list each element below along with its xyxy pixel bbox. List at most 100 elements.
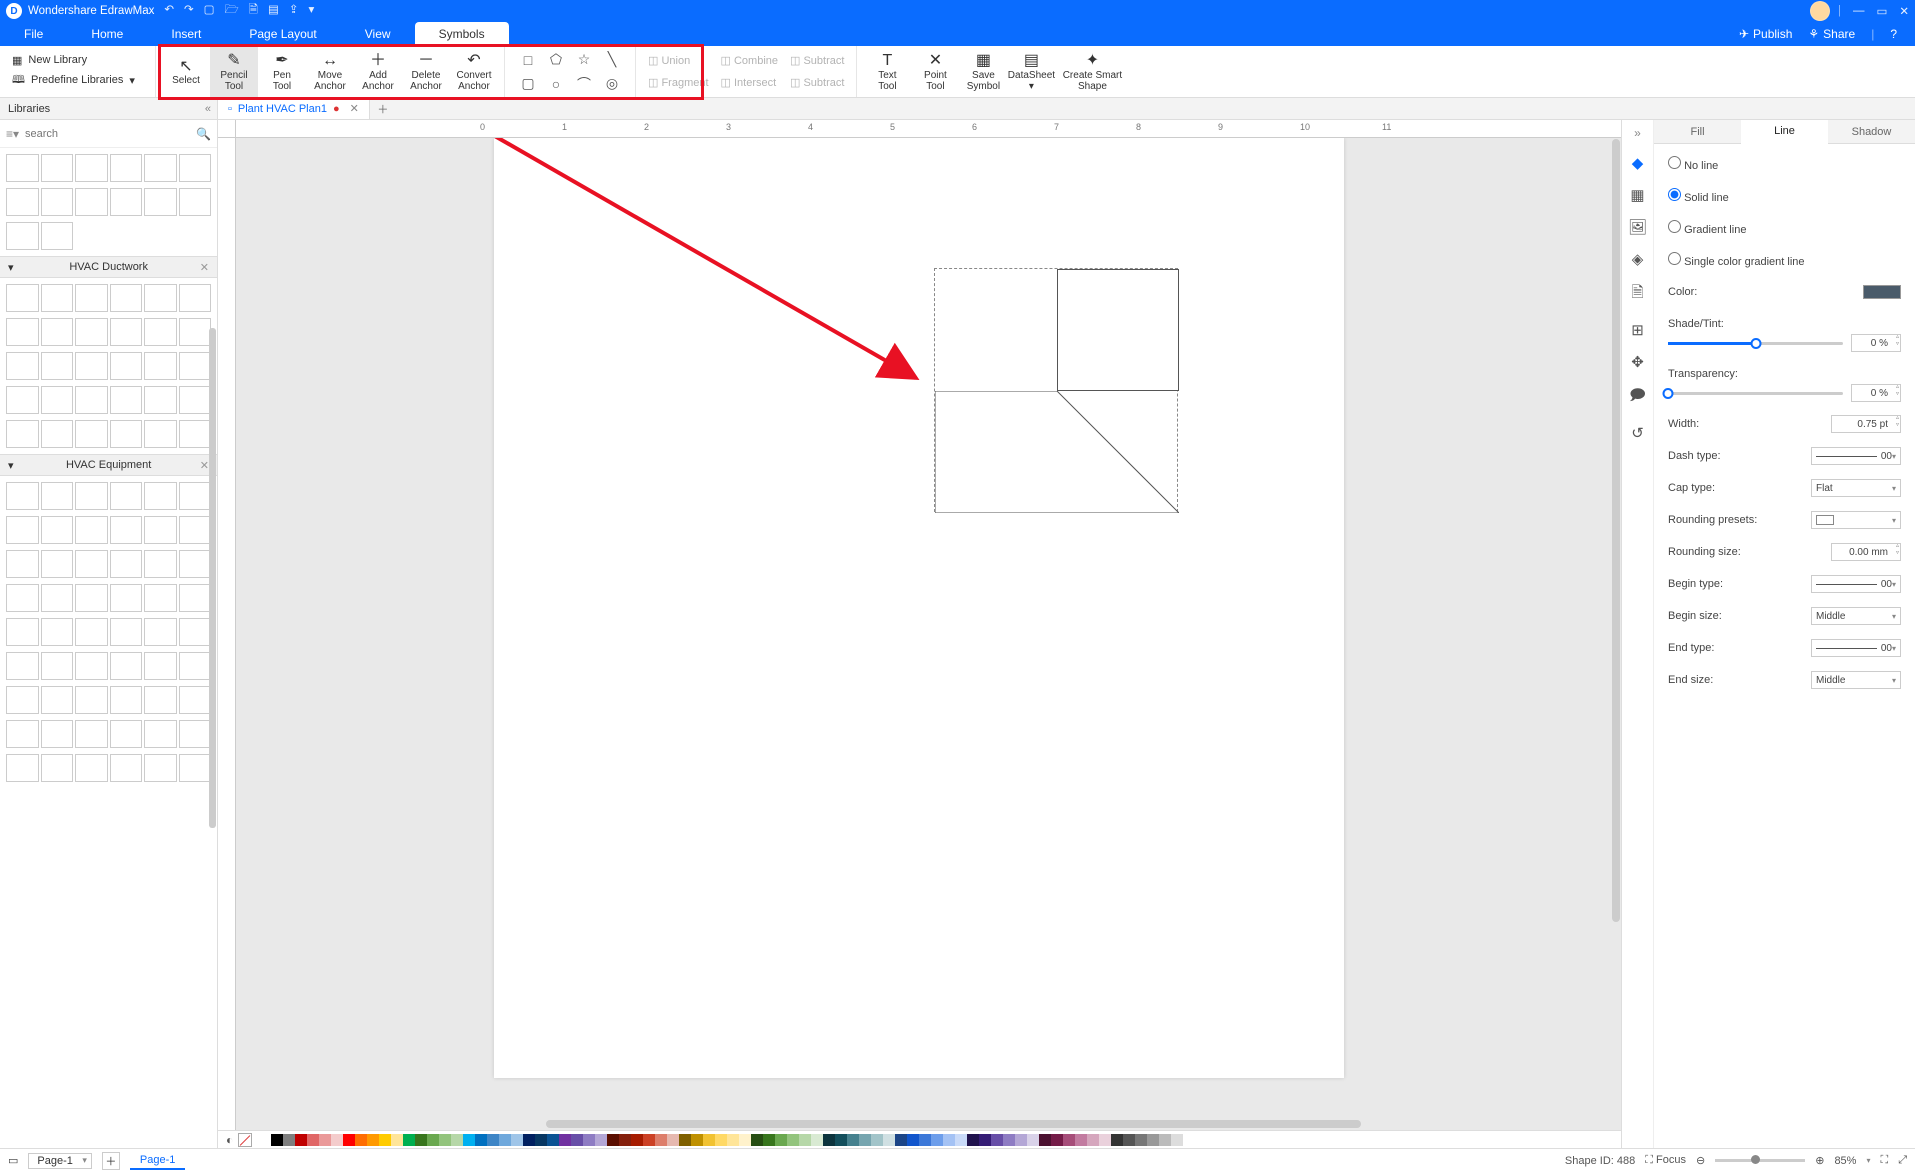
help-icon[interactable]: ? [1890,27,1897,41]
library-shape[interactable] [41,188,74,216]
color-swatch[interactable] [811,1134,823,1146]
zoom-value[interactable]: 85% [1834,1155,1856,1167]
color-swatch[interactable] [415,1134,427,1146]
eyedropper-icon[interactable]: ◐ [226,1133,233,1147]
library-shape[interactable] [179,516,212,544]
color-swatch[interactable] [475,1134,487,1146]
layers-icon[interactable]: ◈ [1632,250,1644,268]
library-shape[interactable] [6,686,39,714]
color-swatch[interactable] [691,1134,703,1146]
library-shape[interactable] [75,720,108,748]
cap-select[interactable]: Flat▾ [1811,479,1901,497]
color-swatch[interactable] [655,1134,667,1146]
library-shape[interactable] [144,618,177,646]
color-swatch[interactable] [259,1134,271,1146]
color-swatch[interactable] [895,1134,907,1146]
boolean-intersect-4[interactable]: ◫ Intersect [721,72,778,94]
add-anchor-button[interactable]: ＋AddAnchor [354,46,402,97]
library-shape[interactable] [41,154,74,182]
color-swatch[interactable] [907,1134,919,1146]
library-shape[interactable] [110,754,143,782]
library-shape[interactable] [110,584,143,612]
undo-icon[interactable]: ↶ [164,2,174,21]
library-shape[interactable] [6,652,39,680]
library-shape[interactable] [75,318,108,346]
color-swatch[interactable] [835,1134,847,1146]
radio-gradient-line[interactable]: Gradient line [1668,218,1901,238]
library-shape[interactable] [179,284,212,312]
selected-shape[interactable] [934,268,1178,512]
library-shape[interactable] [179,420,212,448]
canvas-h-scrollbar[interactable] [546,1120,1361,1128]
page-selector[interactable]: Page-1 [28,1153,91,1169]
library-shape[interactable] [179,754,212,782]
shape-preset-2[interactable]: ☆ [573,49,595,71]
library-shape[interactable] [41,318,74,346]
color-swatch[interactable] [463,1134,475,1146]
zoom-in-icon[interactable]: ⊕ [1815,1154,1824,1167]
fullscreen-icon[interactable]: ⤢ [1898,1154,1907,1167]
shape-preset-0[interactable]: □ [517,49,539,71]
library-shape[interactable] [75,482,108,510]
menu-page-layout[interactable]: Page Layout [225,22,340,46]
color-swatch[interactable] [511,1134,523,1146]
radio-single-gradient-line[interactable]: Single color gradient line [1668,250,1901,270]
color-swatch[interactable] [883,1134,895,1146]
shade-value[interactable]: 0 % [1851,334,1901,352]
menu-home[interactable]: Home [67,22,147,46]
no-color-swatch[interactable] [238,1133,252,1147]
library-shape[interactable] [41,686,74,714]
library-shape[interactable] [41,482,74,510]
color-swatch[interactable] [1063,1134,1075,1146]
color-swatch[interactable] [571,1134,583,1146]
color-swatch[interactable] [367,1134,379,1146]
library-shape[interactable] [110,618,143,646]
document-tab[interactable]: ▫ Plant HVAC Plan1 ● ✕ [218,98,370,119]
library-shape[interactable] [75,420,108,448]
color-swatch[interactable] [535,1134,547,1146]
save-symbol-button[interactable]: ▦SaveSymbol [959,46,1007,97]
library-shape[interactable] [75,584,108,612]
library-shape[interactable] [75,188,108,216]
color-swatch[interactable] [1135,1134,1147,1146]
color-swatch[interactable] [775,1134,787,1146]
color-swatch[interactable] [631,1134,643,1146]
color-swatch[interactable] [667,1134,679,1146]
tab-shadow[interactable]: Shadow [1828,120,1915,143]
color-swatch[interactable] [1039,1134,1051,1146]
boolean-combine-1[interactable]: ◫ Combine [721,50,778,72]
library-shape[interactable] [41,720,74,748]
library-shape[interactable] [41,386,74,414]
select-button[interactable]: ↖Select [162,46,210,97]
color-swatch[interactable] [427,1134,439,1146]
library-shape[interactable] [41,516,74,544]
library-shape[interactable] [110,154,143,182]
pages-icon[interactable]: ▭ [8,1154,18,1167]
library-shape[interactable] [41,550,74,578]
library-shape[interactable] [179,188,212,216]
zoom-out-icon[interactable]: ⊖ [1696,1154,1705,1167]
library-shape[interactable] [144,720,177,748]
round-size-value[interactable]: 0.00 mm [1831,543,1901,561]
library-shape[interactable] [144,550,177,578]
color-swatch[interactable] [679,1134,691,1146]
page-setup-icon[interactable]: 🗎 [1631,282,1643,307]
library-shape[interactable] [110,686,143,714]
color-swatch[interactable] [955,1134,967,1146]
color-swatch[interactable] [967,1134,979,1146]
color-swatch[interactable] [703,1134,715,1146]
library-shape[interactable] [6,618,39,646]
width-value[interactable]: 0.75 pt [1831,415,1901,433]
save-icon[interactable]: 🗎 [249,2,258,21]
library-shape[interactable] [179,318,212,346]
library-shape[interactable] [6,584,39,612]
boolean-subtract-2[interactable]: ◫ Subtract [790,50,844,72]
page-surface[interactable] [494,138,1344,1078]
library-shape[interactable] [41,618,74,646]
color-swatch[interactable] [1003,1134,1015,1146]
library-shape[interactable] [6,720,39,748]
color-swatch[interactable] [487,1134,499,1146]
library-shape[interactable] [110,386,143,414]
pen-button[interactable]: ✒PenTool [258,46,306,97]
library-shape[interactable] [110,482,143,510]
